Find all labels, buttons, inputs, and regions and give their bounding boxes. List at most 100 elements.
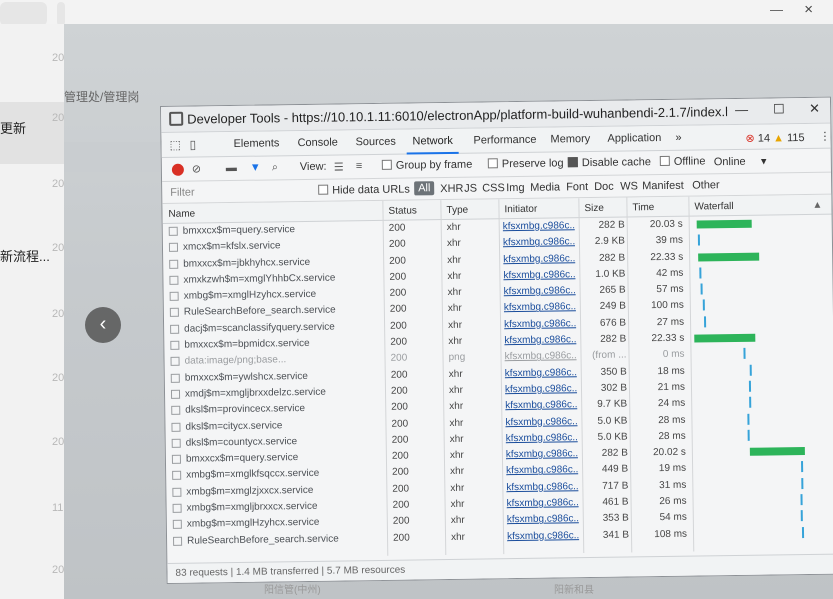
network-request-table: Name Status Type Initiator Size Time Wat… [162, 194, 833, 559]
filter-input[interactable]: Filter [170, 187, 195, 199]
tab-network[interactable]: Network [412, 135, 453, 148]
tab-console[interactable]: Console [297, 137, 338, 150]
inspect-element-icon[interactable]: ⬚ [169, 138, 183, 152]
viewer-tab-pill-2[interactable] [57, 2, 65, 26]
background-text: 阳信管(中州) [264, 585, 321, 596]
file-icon [171, 406, 181, 416]
minimize-icon[interactable]: — [770, 2, 783, 17]
throttle-select[interactable]: Online ▾ [714, 155, 767, 169]
type-filter-css[interactable]: CSS [482, 182, 505, 194]
type-filter-manifest[interactable]: Manifest [642, 180, 684, 193]
close-icon[interactable]: ✕ [809, 101, 820, 117]
screenshot-camera-icon[interactable]: ▬ [226, 162, 237, 174]
type-filter-all[interactable]: All [414, 181, 435, 196]
error-icon: ⊗ [745, 132, 755, 145]
status-summary: 83 requests | 1.4 MB transferred | 5.7 M… [175, 564, 406, 579]
request-status: 200 [388, 222, 406, 234]
request-size: 5.0 KB [597, 415, 628, 427]
column-header-name[interactable]: Name [168, 209, 195, 220]
request-type: xhr [450, 515, 465, 527]
hide-data-urls-checkbox[interactable]: Hide data URLs [318, 184, 410, 197]
sort-up-icon[interactable]: ▲ [812, 200, 822, 211]
kebab-menu-icon[interactable]: ⋮ [819, 130, 830, 143]
file-icon [169, 291, 179, 302]
request-type: xhr [447, 303, 462, 315]
type-filter-ws[interactable]: WS [620, 180, 638, 192]
device-toolbar-icon[interactable]: ▯ [189, 137, 203, 151]
console-counts[interactable]: ⊗ 14 ▲ 115 [745, 131, 804, 145]
request-initiator-link[interactable]: kfsxmbg.c986c... [506, 465, 578, 477]
tab-application[interactable]: Application [607, 132, 661, 145]
waterfall-bar [696, 219, 752, 229]
viewer-tab-pill[interactable] [0, 2, 47, 26]
type-filter-font[interactable]: Font [566, 181, 588, 193]
record-icon[interactable] [171, 163, 184, 176]
request-initiator-link[interactable]: kfsxmbg.c986c... [505, 416, 577, 428]
request-initiator-link[interactable]: kfsxmbg.c986c... [504, 285, 576, 297]
request-initiator-link[interactable]: kfsxmbg.c986c... [504, 302, 576, 314]
type-filter-js[interactable]: JS [464, 183, 477, 195]
waterfall-tick [700, 283, 703, 295]
request-time: 22.33 s [651, 332, 685, 345]
year-mark: 20 [52, 308, 65, 320]
type-filter-xhr[interactable]: XHR [440, 183, 463, 195]
disable-cache-checkbox[interactable]: Disable cache [567, 156, 651, 169]
back-arrow-button[interactable]: ‹ [85, 307, 121, 343]
overview-icon[interactable]: ≡ [356, 160, 363, 172]
request-status: 200 [391, 401, 408, 414]
group-by-frame-checkbox[interactable]: Group by frame [381, 159, 472, 172]
tab-sources[interactable]: Sources [355, 136, 396, 149]
tab-memory[interactable]: Memory [550, 133, 590, 146]
file-icon [169, 275, 179, 285]
request-size: 676 B [599, 317, 627, 329]
close-icon[interactable]: × [804, 1, 813, 18]
request-initiator-link[interactable]: kfsxmbg.c986c... [505, 367, 577, 379]
type-filter-doc[interactable]: Doc [594, 181, 614, 193]
tab-performance[interactable]: Performance [473, 134, 536, 147]
request-initiator-link[interactable]: kfsxmbg.c986c... [503, 269, 575, 281]
preserve-log-checkbox[interactable]: Preserve log [487, 157, 564, 170]
waterfall-tick [697, 234, 700, 246]
type-filter-media[interactable]: Media [530, 181, 560, 193]
request-initiator-link[interactable]: kfsxmbg.c986c... [505, 383, 577, 395]
clear-icon[interactable]: ⊘ [192, 162, 201, 175]
request-initiator-link[interactable]: kfsxmbg.c986c... [504, 334, 576, 346]
request-initiator-link[interactable]: kfsxmbg.c986c... [503, 237, 575, 249]
type-filter-other[interactable]: Other [692, 179, 720, 191]
column-header-time[interactable]: Time [632, 202, 654, 213]
request-status: 200 [390, 369, 408, 381]
minimize-icon[interactable]: — [735, 102, 748, 117]
column-header-size[interactable]: Size [584, 203, 604, 214]
more-tabs-icon[interactable]: » [675, 132, 681, 144]
column-header-type[interactable]: Type [446, 205, 468, 216]
search-icon[interactable]: ⌕ [272, 161, 278, 174]
file-icon [172, 487, 182, 497]
request-initiator-link[interactable]: kfsxmbg.c986c... [505, 399, 577, 411]
year-mark: 20 [52, 242, 65, 254]
request-initiator-link[interactable]: kfsxmbg.c986c... [507, 497, 579, 509]
request-initiator-link[interactable]: kfsxmbg.c986c... [506, 432, 578, 444]
request-status: 200 [388, 238, 406, 251]
offline-checkbox[interactable]: Offline [659, 155, 706, 168]
column-header-initiator[interactable]: Initiator [504, 204, 537, 215]
column-header-waterfall[interactable]: Waterfall [694, 201, 733, 213]
request-initiator-link[interactable]: kfsxmbg.c986c... [506, 481, 578, 493]
request-initiator-link[interactable]: kfsxmbg.c986c... [504, 318, 576, 330]
request-initiator-link[interactable]: kfsxmbg.c986c... [507, 514, 579, 526]
request-size: 9.7 KB [597, 398, 628, 411]
column-header-status[interactable]: Status [388, 205, 417, 216]
request-initiator-link[interactable]: kfsxmbg.c986c... [503, 253, 575, 265]
request-initiator-link[interactable]: kfsxmbg.c986c... [503, 220, 575, 232]
request-time: 28 ms [658, 430, 686, 442]
request-initiator-link[interactable]: kfsxmbg.c986c... [504, 351, 576, 363]
type-filter-img[interactable]: Img [506, 182, 525, 194]
request-name: bmxxcx$m=query.service [182, 224, 296, 237]
large-rows-icon[interactable]: ☰ [334, 160, 344, 173]
request-initiator-link[interactable]: kfsxmbg.c986c... [507, 530, 579, 542]
filter-funnel-icon[interactable]: ▼ [250, 162, 261, 174]
tab-elements[interactable]: Elements [233, 137, 279, 150]
request-initiator-link[interactable]: kfsxmbg.c986c... [506, 448, 578, 460]
request-name: dksl$m=countycx.service [185, 435, 298, 449]
request-name: bmxxcx$m=jbkhyhcx.service [183, 256, 311, 270]
maximize-icon[interactable]: ☐ [773, 101, 785, 117]
